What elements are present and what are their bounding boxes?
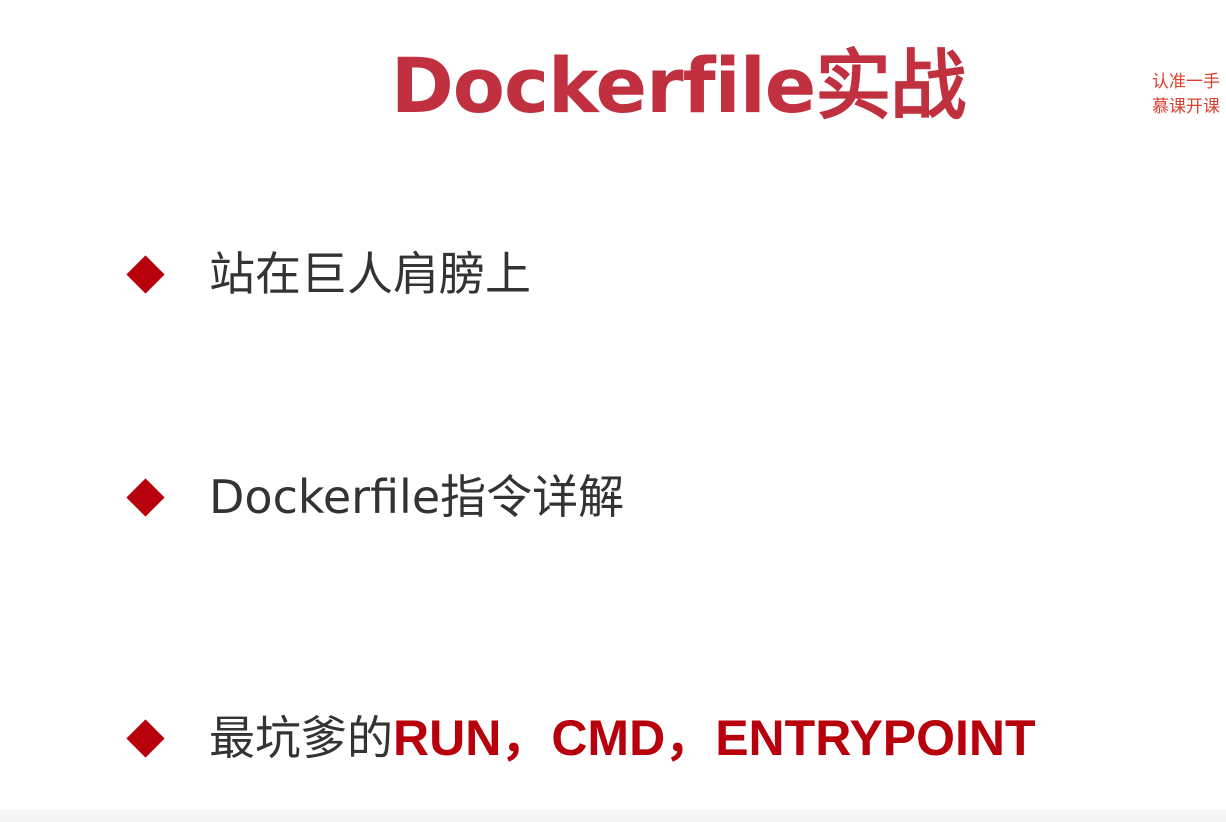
diamond-icon xyxy=(126,718,165,758)
watermark-line-1: 认准一手 xyxy=(1152,72,1220,92)
bullet-text: 站在巨人肩膀上 xyxy=(209,247,531,301)
bullet-emphasis: RUN，CMD，ENTRYPOINT xyxy=(393,710,1036,766)
bullet-text: 最坑爹的 xyxy=(209,711,393,765)
diamond-icon xyxy=(126,477,165,517)
watermark: 认准一手 慕课开课 xyxy=(1152,70,1226,120)
diamond-icon xyxy=(126,254,165,294)
slide: Dockerfile实战 认准一手 慕课开课 站在巨人肩膀上 Dockerfil… xyxy=(0,0,1226,822)
slide-title: Dockerfile实战 xyxy=(390,41,967,130)
bottom-strip xyxy=(0,810,1226,822)
bullet-text: Dockerfile指令详解 xyxy=(209,470,625,524)
watermark-line-2: 慕课开课 xyxy=(1152,97,1220,117)
bullet-item-3: 最坑爹的 RUN，CMD，ENTRYPOINT xyxy=(126,698,1036,778)
bullet-item-1: 站在巨人肩膀上 xyxy=(126,234,531,314)
bullet-item-2: Dockerfile指令详解 xyxy=(126,457,624,537)
